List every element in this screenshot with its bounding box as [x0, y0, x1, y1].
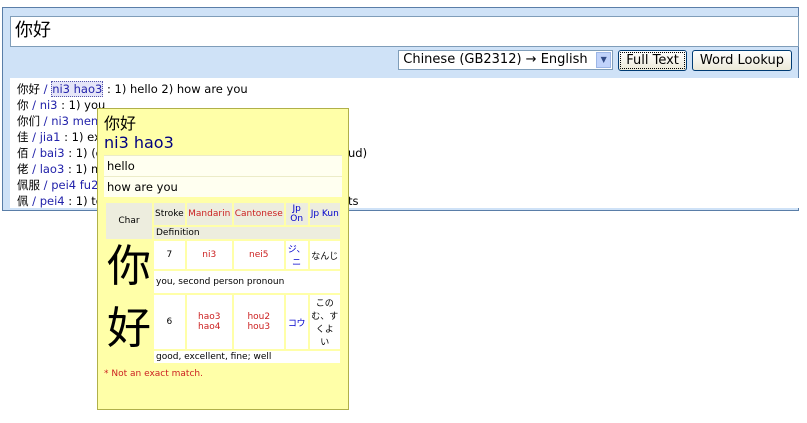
popup-definitions: hello how are you — [104, 155, 342, 197]
list-item[interactable]: 你好 / ni3 hao3 : 1) hello 2) how are you — [17, 81, 792, 97]
chevron-down-icon[interactable]: ▼ — [596, 52, 612, 68]
popup-reading: ni3 hao3 — [104, 133, 174, 152]
toolbar: Chinese (GB2312) → English ▼ Full Text W… — [398, 48, 792, 72]
entry-word: 佳 — [17, 130, 29, 144]
entry-reading[interactable]: bai3 — [40, 146, 65, 160]
col-header-jp-on: Jp On — [285, 203, 308, 225]
entry-word: 你们 — [17, 114, 40, 128]
entry-reading[interactable]: ni3 hao3 — [51, 81, 104, 97]
char-stroke: 7 — [154, 241, 185, 269]
entry-reading[interactable]: jia1 — [40, 130, 61, 144]
col-header-jp-kun: Jp Kun — [309, 203, 340, 225]
popup-definition: how are you — [104, 176, 342, 197]
character-table: Char Stroke Mandarin Cantonese Jp On Jp … — [104, 201, 342, 365]
entry-reading[interactable]: pei4 fu2 — [51, 178, 98, 192]
char-definition: you, second person pronoun — [154, 271, 340, 293]
col-header-char: Char — [106, 203, 152, 239]
col-header-mandarin: Mandarin — [186, 203, 232, 225]
char-jp-on: コウ — [285, 295, 308, 349]
char-mandarin: hao3 hao4 — [186, 295, 232, 349]
word-lookup-button[interactable]: Word Lookup — [691, 49, 792, 71]
lookup-popup: 你好 ni3 hao3 hello how are you Char Strok… — [97, 108, 349, 410]
char-jp-on: ジ、 ニ — [285, 241, 308, 269]
language-direction-select[interactable]: Chinese (GB2312) → English ▼ — [398, 50, 614, 70]
col-header-stroke: Stroke — [154, 203, 185, 225]
col-header-definition: Definition — [154, 227, 340, 239]
popup-footnote: * Not an exact match. — [104, 369, 203, 379]
search-input[interactable]: 你好 — [10, 16, 799, 47]
entry-word: 你 — [17, 98, 29, 112]
popup-word: 你好 — [104, 114, 137, 133]
entry-reading[interactable]: pei4 — [40, 194, 65, 208]
entry-word: 佬 — [17, 162, 29, 176]
entry-defs-trail: ts — [348, 194, 359, 208]
char-glyph: 好 — [106, 295, 152, 363]
char-cantonese: nei5 — [233, 241, 284, 269]
char-definition: good, excellent, fine; well — [154, 351, 340, 363]
popup-definition: hello — [104, 155, 342, 176]
char-jp-kun: なんじ — [309, 241, 340, 269]
entry-defs-trail: ud) — [348, 146, 368, 160]
char-mandarin: ni3 — [186, 241, 232, 269]
entry-reading[interactable]: lao3 — [40, 162, 65, 176]
entry-reading[interactable]: ni3 — [40, 98, 58, 112]
entry-word: 佩 — [17, 194, 29, 208]
col-header-cantonese: Cantonese — [233, 203, 284, 225]
entry-word: 佰 — [17, 146, 29, 160]
entry-word: 你好 — [17, 82, 40, 96]
char-cantonese: hou2 hou3 — [233, 295, 284, 349]
entry-defs: : 1) hello 2) how are you — [107, 82, 248, 96]
full-text-button[interactable]: Full Text — [618, 49, 687, 71]
char-jp-kun: この む、す くよ い — [309, 295, 340, 349]
entry-word: 佩服 — [17, 178, 40, 192]
language-direction-value: Chinese (GB2312) → English — [403, 52, 588, 67]
char-stroke: 6 — [154, 295, 185, 349]
char-glyph: 你 — [106, 241, 152, 293]
